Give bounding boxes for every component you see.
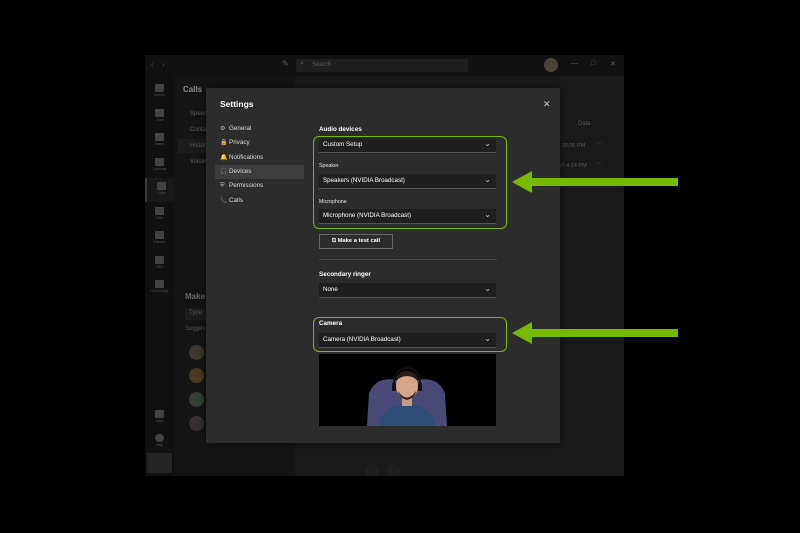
pointer-arrow-icon (512, 171, 678, 193)
settings-nav-permissions[interactable]: ⛨ Permissions (215, 179, 304, 193)
camera-preview (319, 354, 496, 426)
secondary-ringer-select[interactable]: None ⌄ (319, 283, 496, 298)
test-call-button[interactable]: ⧉ Make a test call (319, 234, 393, 249)
secondary-ringer-heading: Secondary ringer (319, 271, 371, 278)
settings-nav-privacy[interactable]: 🔒 Privacy (215, 136, 304, 150)
audio-devices-heading: Audio devices (319, 126, 362, 133)
shield-icon: ⛨ (220, 183, 225, 190)
chevron-down-icon: ⌄ (484, 284, 491, 293)
settings-nav-notifications[interactable]: 🔔 Notifications (215, 151, 304, 165)
settings-nav-label: Devices (229, 167, 252, 175)
gear-icon: ⚙ (220, 126, 226, 132)
pointer-arrow-icon (512, 322, 678, 344)
dialog-title: Settings (220, 99, 254, 109)
settings-nav-calls[interactable]: 📞 Calls (215, 194, 304, 208)
settings-dialog: Settings ✕ ⚙ General 🔒 Privacy 🔔 Notification… (206, 88, 560, 443)
settings-nav-label: Calls (229, 196, 243, 204)
camera-highlight-outline (313, 317, 507, 352)
button-label: Make a test call (337, 238, 381, 244)
select-value: None (323, 286, 338, 293)
headset-icon: 🎧 (220, 168, 228, 175)
settings-nav-devices[interactable]: 🎧 Devices (215, 164, 304, 179)
phone-icon: 📞 (220, 197, 228, 204)
settings-nav-label: Notifications (229, 153, 264, 161)
settings-nav-general[interactable]: ⚙ General (215, 122, 304, 136)
lock-icon: 🔒 (220, 140, 228, 147)
settings-nav-label: General (229, 125, 252, 132)
settings-nav-label: Permissions (229, 182, 264, 190)
settings-nav-label: Privacy (229, 139, 250, 147)
close-icon[interactable]: ✕ (543, 99, 551, 110)
bell-icon: 🔔 (220, 154, 228, 161)
audio-highlight-outline (313, 136, 507, 229)
person-video-image (319, 354, 496, 426)
divider (319, 259, 497, 260)
